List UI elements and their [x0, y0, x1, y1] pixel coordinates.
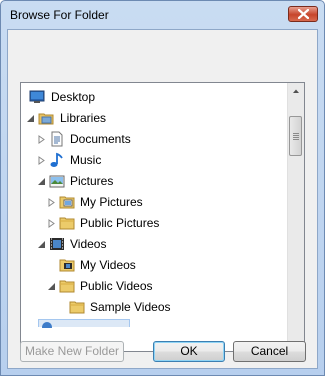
folder-icon	[59, 217, 75, 230]
tree-item-public-videos[interactable]: Public Videos	[47, 276, 277, 297]
tree-item-label: Pictures	[70, 174, 114, 188]
music-icon	[50, 152, 63, 167]
window-title: Browse For Folder	[10, 8, 109, 22]
collapsed-arrow-icon[interactable]	[37, 135, 46, 144]
dialog-body: Desktop Libraries Documents Music Pictur…	[7, 29, 318, 369]
tree-item-partial[interactable]	[38, 319, 130, 328]
desktop-icon	[29, 90, 45, 103]
pictures-icon	[49, 175, 65, 188]
folder-icon	[59, 280, 75, 293]
tree-item-my-pictures[interactable]: My Pictures	[47, 192, 277, 213]
tree-item-label: Sample Videos	[90, 300, 171, 314]
tree-item-documents[interactable]: Documents	[37, 129, 277, 150]
browse-for-folder-dialog: Browse For Folder Desktop Libraries Docu…	[0, 0, 325, 376]
scroll-up-button[interactable]	[288, 83, 304, 100]
tree-item-label: Libraries	[60, 111, 107, 125]
make-new-folder-button[interactable]: Make New Folder	[20, 341, 124, 362]
tree-item-label: Public Pictures	[80, 216, 160, 230]
scroll-thumb[interactable]	[289, 116, 302, 156]
tree-item-label: Music	[70, 153, 102, 167]
tree-item-public-pictures[interactable]: Public Pictures	[47, 213, 277, 234]
tree-item-label: Public Videos	[80, 279, 153, 293]
tree-item-label: Documents	[70, 132, 131, 146]
tree-item-sample-videos[interactable]: Sample Videos	[57, 297, 277, 318]
title-bar[interactable]: Browse For Folder	[1, 1, 324, 29]
folder-tree[interactable]: Desktop Libraries Documents Music Pictur…	[20, 82, 305, 352]
tree-item-label: Videos	[70, 237, 107, 251]
expanded-arrow-icon[interactable]	[37, 177, 46, 186]
tree-item-music[interactable]: Music	[37, 150, 277, 171]
tree-item-my-videos[interactable]: My Videos	[47, 255, 277, 276]
tree-item-videos[interactable]: Videos	[37, 234, 277, 255]
my-pictures-icon	[59, 196, 75, 209]
close-icon	[298, 9, 309, 19]
expanded-arrow-icon[interactable]	[47, 282, 56, 291]
collapsed-arrow-icon[interactable]	[47, 219, 56, 228]
cancel-button[interactable]: Cancel	[233, 341, 306, 362]
homegroup-icon	[42, 322, 52, 328]
tree-item-pictures[interactable]: Pictures	[37, 171, 277, 192]
documents-icon	[51, 131, 63, 147]
collapsed-arrow-icon[interactable]	[47, 198, 56, 207]
libraries-icon	[38, 113, 54, 125]
folder-icon	[69, 301, 85, 314]
tree-item-label: Desktop	[51, 90, 96, 104]
expanded-arrow-icon[interactable]	[37, 240, 46, 249]
scroll-up-arrow-icon	[293, 89, 299, 93]
tree-vertical-scrollbar[interactable]	[287, 83, 304, 351]
close-button[interactable]	[288, 6, 318, 22]
expanded-arrow-icon[interactable]	[26, 114, 35, 123]
ok-button[interactable]: OK	[153, 341, 225, 362]
tree-item-desktop[interactable]: Desktop	[27, 87, 277, 108]
tree-item-label: My Videos	[80, 258, 136, 272]
collapsed-arrow-icon[interactable]	[37, 156, 46, 165]
tree-item-label: My Pictures	[80, 195, 143, 209]
my-videos-icon	[59, 259, 75, 272]
tree-item-libraries[interactable]: Libraries	[27, 108, 277, 129]
videos-icon	[50, 238, 64, 250]
